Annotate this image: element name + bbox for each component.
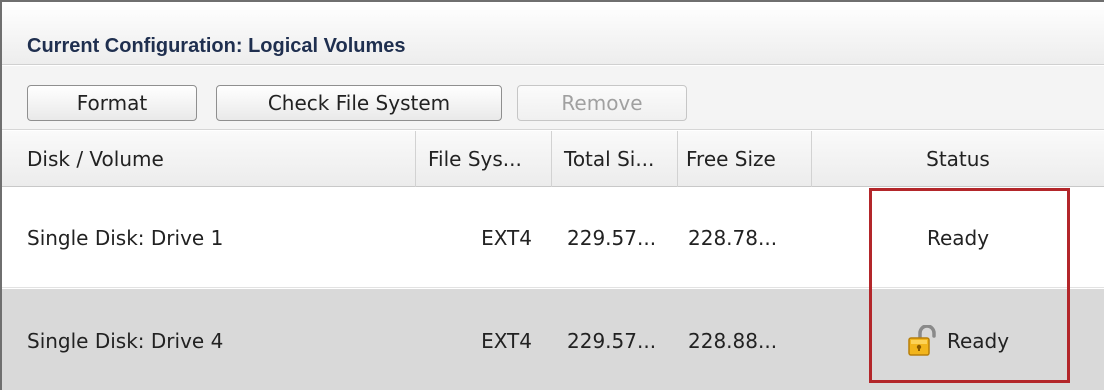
disk-volume-cell: Single Disk: Drive 1 [27, 225, 224, 250]
status-cell: Ready [812, 188, 1104, 287]
toolbar: Format Check File System Remove [2, 66, 1104, 130]
disk-volume-cell: Single Disk: Drive 4 [27, 328, 224, 353]
remove-button: Remove [517, 85, 687, 121]
column-header-status[interactable]: Status [812, 131, 1104, 187]
table-row[interactable]: Single Disk: Drive 1 EXT4 229.57... 228.… [2, 188, 1104, 288]
total-size-cell: 229.57... [567, 225, 657, 250]
column-header-file-system[interactable]: File Sys... [416, 131, 552, 187]
file-system-cell: EXT4 [481, 328, 532, 353]
format-button[interactable]: Format [27, 85, 197, 121]
status-text: Ready [926, 225, 990, 250]
column-header-total-size[interactable]: Total Si... [552, 131, 678, 187]
status-text: Ready [946, 328, 1010, 353]
free-size-cell: 228.78... [688, 225, 778, 250]
table-header: Disk / Volume File Sys... Total Si... Fr… [2, 131, 1104, 187]
column-header-disk-volume[interactable]: Disk / Volume [2, 131, 416, 187]
file-system-cell: EXT4 [481, 225, 532, 250]
unlocked-padlock-icon [908, 324, 936, 356]
column-header-free-size[interactable]: Free Size [678, 131, 812, 187]
free-size-cell: 228.88... [688, 328, 778, 353]
panel-title: Current Configuration: Logical Volumes [27, 35, 406, 57]
status-cell: Ready [812, 289, 1104, 390]
logical-volumes-panel: Current Configuration: Logical Volumes F… [0, 0, 1104, 390]
total-size-cell: 229.57... [567, 328, 657, 353]
check-file-system-button[interactable]: Check File System [216, 85, 502, 121]
panel-header: Current Configuration: Logical Volumes [2, 2, 1104, 65]
table-row-selected[interactable]: Single Disk: Drive 4 EXT4 229.57... 228.… [2, 289, 1104, 390]
